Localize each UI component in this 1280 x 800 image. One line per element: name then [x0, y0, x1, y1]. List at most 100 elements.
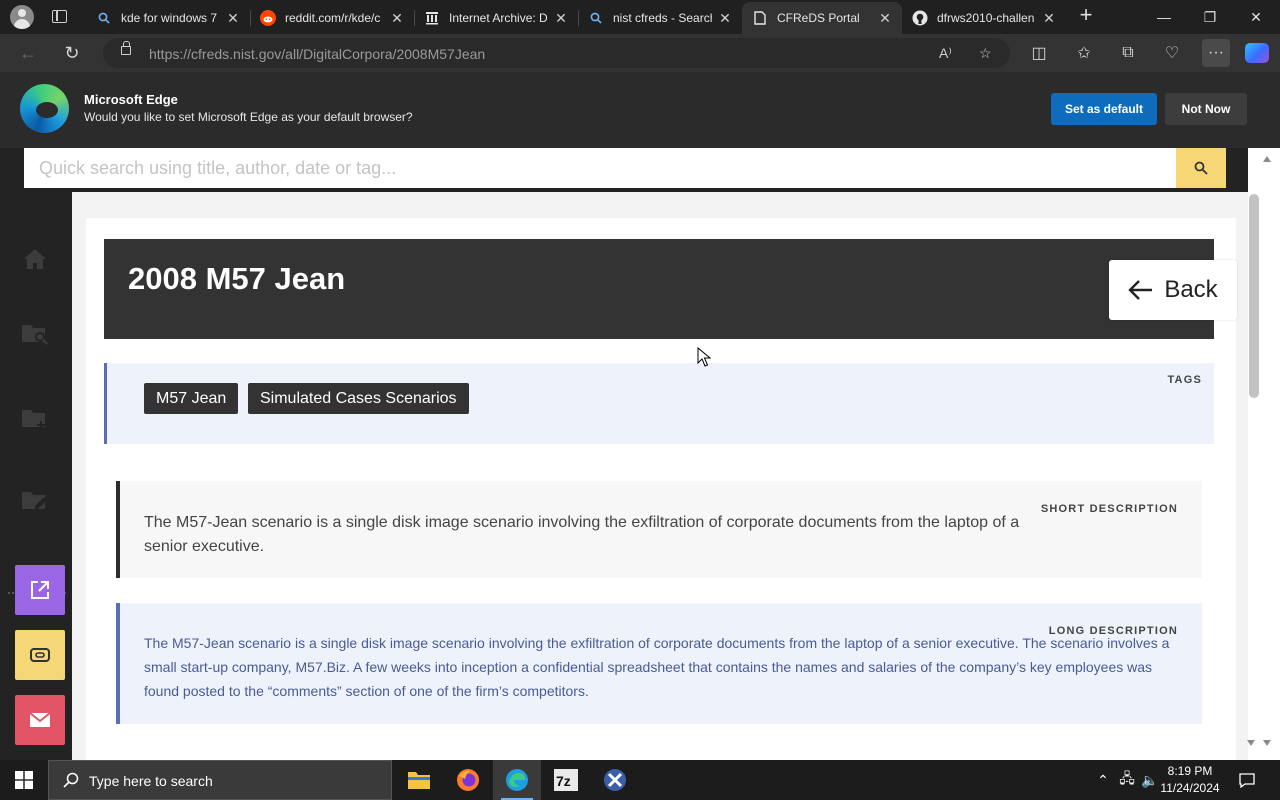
link-icon — [30, 648, 50, 662]
restore-button[interactable]: ❐ — [1187, 0, 1233, 34]
page-icon — [752, 10, 768, 26]
window-close-button[interactable]: ✕ — [1233, 0, 1279, 34]
search-icon — [1194, 161, 1208, 175]
back-arrow-icon[interactable]: ← — [14, 39, 42, 67]
arrow-left-icon — [1128, 280, 1153, 300]
back-button-label: Back — [1164, 276, 1218, 303]
scroll-up-arrow[interactable] — [1263, 156, 1271, 162]
taskbar-search-box[interactable]: Type here to search — [48, 760, 392, 800]
archive-icon — [424, 10, 440, 26]
not-now-button[interactable]: Not Now — [1165, 93, 1247, 125]
favorite-star-icon[interactable]: ☆ — [979, 45, 992, 62]
short-description-text: The M57-Jean scenario is a single disk i… — [144, 514, 1020, 555]
edge-logo-icon — [20, 84, 69, 133]
notification-icon[interactable] — [1232, 760, 1262, 800]
svg-text:7z: 7z — [556, 773, 571, 789]
open-external-button[interactable] — [15, 565, 65, 615]
folder-edit-icon[interactable] — [20, 486, 50, 516]
tags-label: TAGS — [1167, 374, 1202, 386]
tab-title: Internet Archive: Di — [449, 11, 548, 25]
copy-link-button[interactable] — [15, 630, 65, 680]
close-icon[interactable]: ✕ — [390, 10, 404, 27]
app-x-icon[interactable] — [591, 760, 639, 800]
copilot-icon[interactable] — [1245, 43, 1269, 63]
page-header: 2008 M57 Jean — [104, 239, 1214, 339]
extensions-icon[interactable]: ♡ — [1158, 39, 1186, 67]
email-button[interactable] — [15, 695, 65, 745]
search-bar — [0, 148, 1248, 192]
clock-time: 8:19 PM — [1167, 764, 1213, 778]
read-aloud-icon[interactable]: A⁾ — [939, 45, 952, 62]
home-icon[interactable] — [20, 244, 50, 274]
network-icon[interactable]: 🖧 — [1116, 760, 1138, 800]
short-description-section: The M57-Jean scenario is a single disk i… — [116, 481, 1202, 578]
search-button[interactable] — [1176, 148, 1226, 188]
tab-internet-archive[interactable]: Internet Archive: Di ✕ — [414, 2, 578, 34]
lock-icon[interactable] — [121, 41, 131, 55]
folder-add-icon[interactable] — [20, 404, 50, 434]
tab-kde-for-windows[interactable]: kde for windows 7 ✕ — [86, 2, 250, 34]
tab-title: reddit.com/r/kde/c — [285, 11, 381, 25]
search-icon — [63, 772, 79, 788]
scroll-down-arrow[interactable] — [1263, 740, 1271, 746]
mouse-cursor-icon — [697, 347, 711, 367]
chevron-up-icon[interactable]: ⌃ — [1093, 760, 1113, 800]
minimize-button[interactable]: — — [1141, 0, 1187, 34]
tab-title: nist cfreds - Search — [613, 11, 712, 25]
favorites-icon[interactable]: ✩ — [1070, 39, 1098, 67]
close-icon[interactable]: ✕ — [878, 10, 892, 27]
navigation-bar: ← ↻ https://cfreds.nist.gov/all/DigitalC… — [0, 34, 1280, 72]
close-icon[interactable]: ✕ — [554, 10, 568, 27]
split-screen-icon[interactable]: ◫ — [1025, 39, 1053, 67]
tag-simulated-cases-scenarios[interactable]: Simulated Cases Scenarios — [248, 383, 469, 414]
long-description-label: LONG DESCRIPTION — [1048, 625, 1178, 637]
mail-icon — [29, 712, 51, 727]
tab-title: kde for windows 7 — [121, 11, 218, 25]
tab-nist-cfreds-search[interactable]: nist cfreds - Search ✕ — [578, 2, 742, 34]
windows-logo-icon — [15, 771, 33, 789]
start-button[interactable] — [0, 760, 48, 800]
inner-scroll-down-arrow[interactable] — [1247, 740, 1255, 746]
search-icon — [96, 10, 112, 26]
tag-m57-jean[interactable]: M57 Jean — [144, 383, 239, 414]
tab-title: CFReDS Portal — [777, 11, 860, 25]
file-explorer-icon[interactable] — [395, 760, 443, 800]
address-bar[interactable]: https://cfreds.nist.gov/all/DigitalCorpo… — [103, 38, 1010, 68]
default-browser-banner: Microsoft Edge Would you like to set Mic… — [0, 72, 1280, 148]
short-description-label: SHORT DESCRIPTION — [1040, 503, 1178, 515]
tab-github-dfrws2010[interactable]: dfrws2010-challen ✕ — [902, 2, 1066, 34]
refresh-icon[interactable]: ↻ — [58, 39, 86, 67]
close-icon[interactable]: ✕ — [1042, 10, 1056, 27]
close-icon[interactable]: ✕ — [226, 10, 240, 27]
edge-taskbar-icon[interactable] — [493, 760, 541, 800]
banner-title: Microsoft Edge — [84, 92, 178, 107]
long-description-text: The M57-Jean scenario is a single disk i… — [144, 635, 1170, 699]
volume-icon[interactable]: 🔈 — [1139, 760, 1161, 800]
profile-avatar[interactable] — [10, 5, 34, 29]
taskbar-search-placeholder: Type here to search — [89, 773, 213, 789]
firefox-icon[interactable] — [444, 760, 492, 800]
banner-message: Would you like to set Microsoft Edge as … — [84, 110, 413, 124]
page-scrollbar-thumb[interactable] — [1249, 194, 1259, 398]
new-tab-button[interactable]: + — [1075, 4, 1097, 27]
long-description-section: The M57-Jean scenario is a single disk i… — [116, 603, 1202, 724]
close-icon[interactable]: ✕ — [718, 10, 732, 27]
tab-cfreds-portal[interactable]: CFReDS Portal ✕ — [742, 2, 902, 34]
set-as-default-button[interactable]: Set as default — [1051, 93, 1157, 125]
taskbar-clock[interactable]: 8:19 PM 11/24/2024 — [1160, 763, 1220, 797]
url-text[interactable]: https://cfreds.nist.gov/all/DigitalCorpo… — [149, 46, 485, 62]
clock-date: 11/24/2024 — [1160, 781, 1220, 795]
collections-icon[interactable]: ⧉ — [1114, 39, 1142, 67]
search-icon — [588, 10, 604, 26]
search-input[interactable] — [24, 148, 1176, 188]
7zip-icon[interactable]: 7z — [542, 760, 590, 800]
sidebar — [0, 192, 72, 760]
tab-reddit[interactable]: reddit.com/r/kde/c ✕ — [250, 2, 414, 34]
tab-title: dfrws2010-challen — [937, 11, 1035, 25]
tab-actions-icon[interactable] — [52, 10, 67, 23]
back-button[interactable]: Back — [1109, 260, 1237, 320]
page-title: 2008 M57 Jean — [128, 261, 346, 296]
github-icon — [912, 10, 928, 26]
folder-search-icon[interactable] — [20, 319, 50, 349]
settings-more-icon[interactable]: ··· — [1202, 39, 1230, 67]
